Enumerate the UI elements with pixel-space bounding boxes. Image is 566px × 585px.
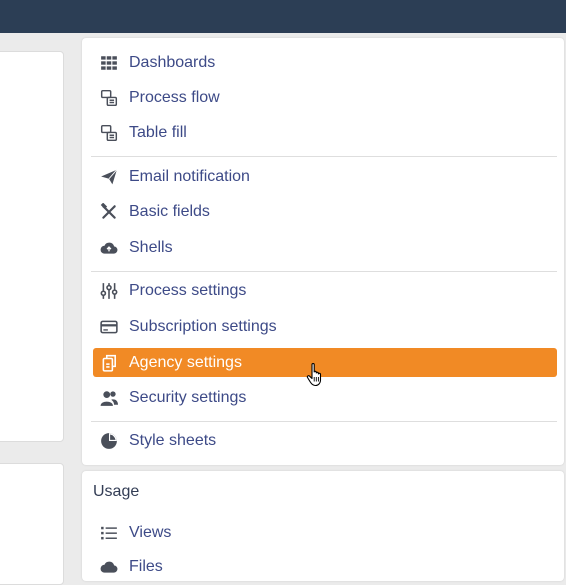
menu-item-label: Email notification: [129, 167, 250, 185]
menu-item-label: Shells: [129, 238, 173, 256]
table-fill-icon: [99, 123, 119, 143]
menu-item-label: Dashboards: [129, 53, 216, 71]
menu-item-process-flow[interactable]: Process flow: [93, 83, 557, 112]
menu-item-label: Process settings: [129, 281, 247, 299]
agency-icon: [99, 353, 119, 373]
sliders-icon: [99, 281, 119, 301]
menu-item-label: Basic fields: [129, 202, 210, 220]
usage-card: Usage Views Files: [82, 471, 564, 581]
menu-item-label: Style sheets: [129, 431, 217, 449]
usage-item-files[interactable]: Files: [93, 552, 557, 581]
menu-divider: [91, 156, 557, 157]
usage-item-views[interactable]: Views: [93, 518, 557, 547]
process-flow-icon: [99, 88, 119, 108]
grid-icon: [99, 53, 119, 73]
menu-item-basic-fields[interactable]: Basic fields: [93, 197, 557, 226]
left-content-panel: [0, 51, 64, 442]
menu-item-label: Agency settings: [129, 353, 242, 371]
tools-icon: [99, 202, 119, 222]
top-navbar: [0, 0, 566, 33]
credit-card-icon: [99, 317, 119, 337]
menu-item-shells[interactable]: Shells: [93, 233, 557, 262]
menu-item-subscription-settings[interactable]: Subscription settings: [93, 312, 557, 341]
menu-divider: [91, 421, 557, 422]
usage-item-label: Files: [129, 557, 163, 575]
menu-item-label: Table fill: [129, 123, 187, 141]
cloud-upload-icon: [99, 238, 119, 258]
left-content-panel-lower: [0, 463, 64, 585]
menu-item-label: Security settings: [129, 388, 247, 406]
settings-menu-card: Dashboards Process flow Table fill Email…: [82, 38, 564, 465]
pie-chart-icon: [99, 431, 119, 451]
menu-item-table-fill[interactable]: Table fill: [93, 118, 557, 147]
usage-title: Usage: [93, 483, 140, 500]
menu-item-style-sheets[interactable]: Style sheets: [93, 426, 557, 455]
hand-cursor-icon: [306, 362, 322, 387]
menu-item-label: Process flow: [129, 88, 220, 106]
paper-plane-icon: [99, 167, 119, 187]
list-icon: [99, 523, 119, 543]
menu-item-label: Subscription settings: [129, 317, 277, 335]
cloud-icon: [99, 557, 119, 577]
menu-item-dashboards[interactable]: Dashboards: [93, 48, 557, 77]
menu-item-email-notification[interactable]: Email notification: [93, 162, 557, 191]
menu-item-process-settings[interactable]: Process settings: [93, 276, 557, 305]
menu-divider: [91, 271, 557, 272]
users-icon: [99, 388, 119, 408]
usage-item-label: Views: [129, 523, 172, 541]
